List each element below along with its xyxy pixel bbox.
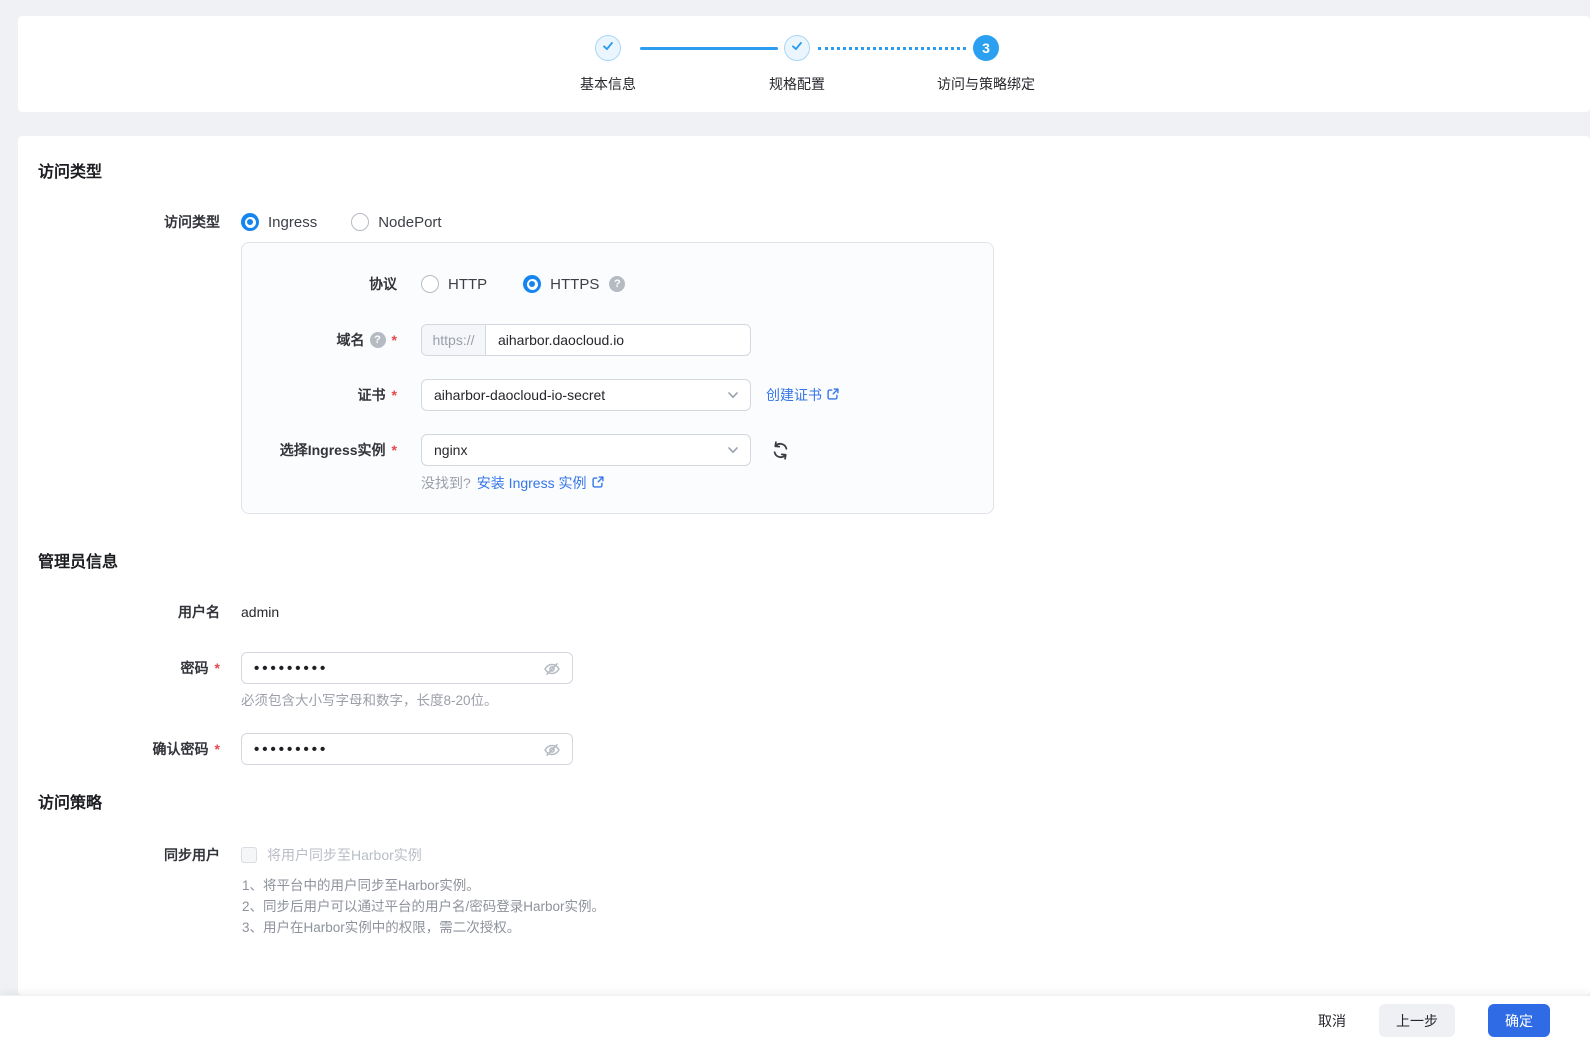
protocol-row: 协议 HTTP HTTPS ? xyxy=(242,269,993,299)
step-label-basic-info: 基本信息 xyxy=(498,74,718,94)
certificate-label: 证书 xyxy=(358,385,386,405)
required-asterisk: * xyxy=(392,332,397,348)
step-connector-dotted xyxy=(818,47,966,50)
install-ingress-link[interactable]: 安装 Ingress 实例 xyxy=(477,473,605,493)
confirm-button[interactable]: 确定 xyxy=(1488,1004,1550,1037)
check-icon xyxy=(790,39,804,58)
external-link-icon xyxy=(591,475,605,492)
password-hint: 必须包含大小写字母和数字，长度8-20位。 xyxy=(241,689,498,709)
ingress-not-found-row: 没找到? 安装 Ingress 实例 xyxy=(242,472,993,494)
install-ingress-link-text: 安装 Ingress 实例 xyxy=(477,473,587,493)
step-3-current-circle: 3 xyxy=(973,35,999,61)
radio-ingress-label[interactable]: Ingress xyxy=(268,214,317,231)
section-title-access-type: 访问类型 xyxy=(38,158,102,182)
chevron-down-icon xyxy=(725,387,741,406)
domain-row: 域名 ? * https:// aiharbor.daocloud.io xyxy=(242,324,993,356)
domain-value: aiharbor.daocloud.io xyxy=(486,332,636,348)
certificate-row: 证书 * aiharbor-daocloud-io-secret 创建证书 xyxy=(242,379,993,411)
radio-http-label[interactable]: HTTP xyxy=(448,276,487,293)
username-label: 用户名 xyxy=(18,602,220,622)
protocol-label: 协议 xyxy=(242,274,397,294)
required-asterisk: * xyxy=(215,741,220,757)
stepper-card: 3 基本信息 规格配置 访问与策略绑定 xyxy=(18,16,1590,112)
certificate-select[interactable]: aiharbor-daocloud-io-secret xyxy=(421,379,751,411)
username-row: 用户名 admin xyxy=(18,596,1590,628)
step-1-done-circle xyxy=(595,35,621,61)
domain-prefix: https:// xyxy=(422,325,486,355)
confirm-password-input[interactable]: ••••••••• xyxy=(241,733,573,765)
sync-users-notes: 1、将平台中的用户同步至Harbor实例。 2、同步后用户可以通过平台的用户名/… xyxy=(242,876,605,939)
sync-users-label: 同步用户 xyxy=(18,845,220,865)
required-asterisk: * xyxy=(392,387,397,403)
domain-label: 域名 xyxy=(337,330,365,350)
main-form-card: 访问类型 访问类型 Ingress NodePort 协议 HTTP HTTPS… xyxy=(18,136,1590,995)
step-label-access-policy-binding: 访问与策略绑定 xyxy=(876,74,1096,94)
not-found-text: 没找到? xyxy=(421,473,471,493)
ingress-settings-panel: 协议 HTTP HTTPS ? 域名 ? * https:// xyxy=(241,242,994,514)
radio-nodeport[interactable] xyxy=(351,213,369,231)
step-number: 3 xyxy=(982,40,990,56)
radio-https[interactable] xyxy=(523,275,541,293)
confirm-password-masked-value: ••••••••• xyxy=(254,741,328,758)
password-label: 密码 xyxy=(181,658,209,678)
access-type-row: 访问类型 Ingress NodePort xyxy=(18,206,1590,238)
refresh-icon[interactable] xyxy=(770,440,791,461)
required-asterisk: * xyxy=(392,442,397,458)
section-title-access-policy: 访问策略 xyxy=(38,789,102,813)
password-input[interactable]: ••••••••• xyxy=(241,652,573,684)
confirm-password-label: 确认密码 xyxy=(153,739,209,759)
radio-ingress[interactable] xyxy=(241,213,259,231)
ingress-instance-value: nginx xyxy=(434,442,467,458)
required-asterisk: * xyxy=(215,660,220,676)
sync-note-1: 1、将平台中的用户同步至Harbor实例。 xyxy=(242,876,605,896)
password-masked-value: ••••••••• xyxy=(254,660,328,677)
previous-step-button[interactable]: 上一步 xyxy=(1379,1004,1455,1037)
certificate-value: aiharbor-daocloud-io-secret xyxy=(434,387,605,403)
step-2-done-circle xyxy=(784,35,810,61)
wizard-footer-bar: 取消 上一步 确定 xyxy=(0,995,1590,1045)
chevron-down-icon xyxy=(725,442,741,461)
create-harbor-wizard-page: 3 基本信息 规格配置 访问与策略绑定 访问类型 访问类型 Ingress No… xyxy=(0,0,1590,1045)
section-title-admin-info: 管理员信息 xyxy=(38,548,118,572)
radio-http[interactable] xyxy=(421,275,439,293)
create-certificate-link[interactable]: 创建证书 xyxy=(766,385,840,405)
create-certificate-link-text: 创建证书 xyxy=(766,385,822,405)
step-label-spec-config: 规格配置 xyxy=(687,74,907,94)
ingress-instance-select[interactable]: nginx xyxy=(421,434,751,466)
cancel-button[interactable]: 取消 xyxy=(1318,1004,1346,1037)
domain-help-icon[interactable]: ? xyxy=(370,332,386,348)
password-row: 密码 * ••••••••• xyxy=(18,652,1590,684)
external-link-icon xyxy=(826,387,840,404)
sync-note-2: 2、同步后用户可以通过平台的用户名/密码登录Harbor实例。 xyxy=(242,897,605,917)
step-connector-solid xyxy=(640,47,778,50)
ingress-instance-row: 选择Ingress实例 * nginx xyxy=(242,434,993,466)
radio-nodeport-label[interactable]: NodePort xyxy=(378,214,441,231)
ingress-instance-label: 选择Ingress实例 xyxy=(280,440,386,460)
eye-off-icon[interactable] xyxy=(542,659,562,679)
confirm-password-row: 确认密码 * ••••••••• xyxy=(18,733,1590,765)
access-type-label: 访问类型 xyxy=(18,212,220,232)
sync-note-3: 3、用户在Harbor实例中的权限，需二次授权。 xyxy=(242,918,605,938)
eye-off-icon[interactable] xyxy=(542,740,562,760)
username-value: admin xyxy=(241,604,279,620)
check-icon xyxy=(601,39,615,58)
sync-users-row: 同步用户 将用户同步至Harbor实例 xyxy=(18,839,1590,871)
sync-users-checkbox[interactable] xyxy=(241,847,257,863)
sync-users-checkbox-label: 将用户同步至Harbor实例 xyxy=(267,845,422,865)
radio-https-label[interactable]: HTTPS xyxy=(550,276,599,293)
domain-input[interactable]: https:// aiharbor.daocloud.io xyxy=(421,324,751,356)
https-help-icon[interactable]: ? xyxy=(609,276,625,292)
